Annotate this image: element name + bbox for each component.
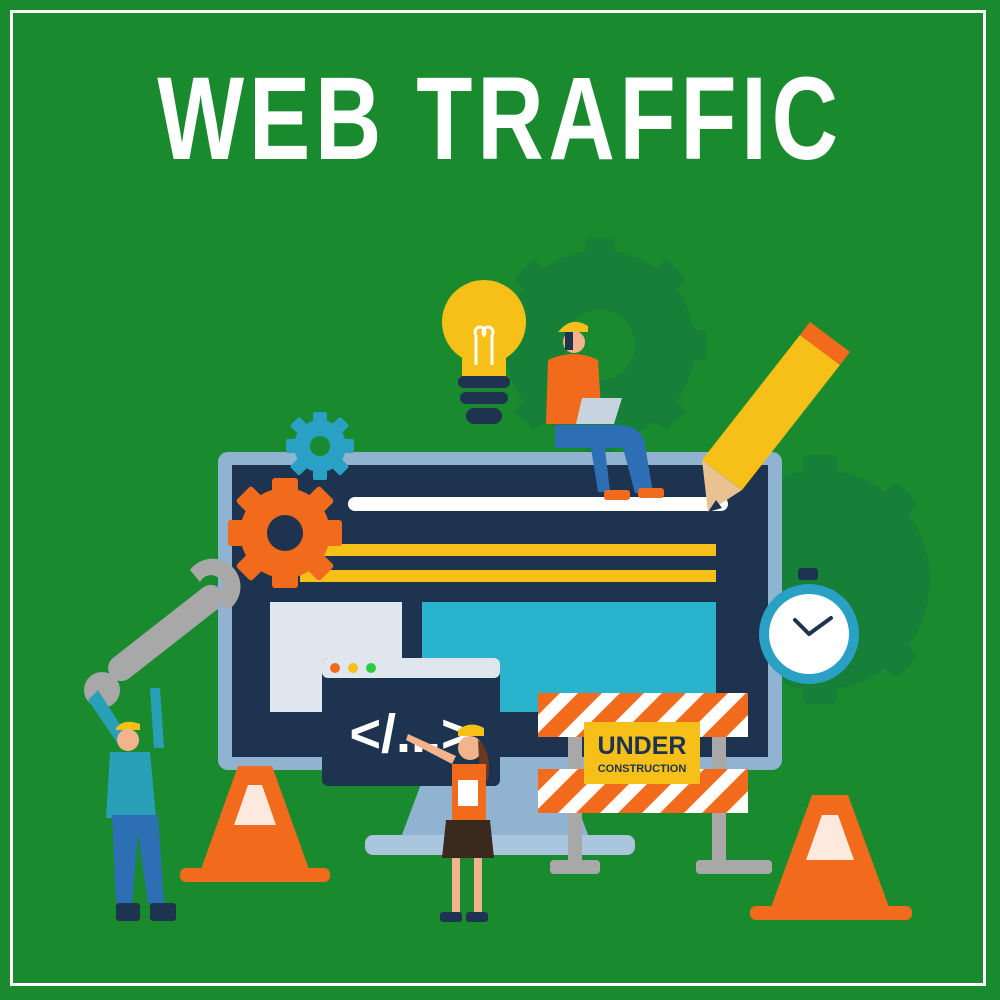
sign-line1: UNDER: [598, 732, 687, 760]
wrench-icon: [84, 558, 241, 708]
traffic-cone-icon: [180, 766, 330, 882]
content-line: [300, 570, 716, 582]
traffic-cone-icon: [750, 795, 912, 920]
gear-icon: [286, 412, 354, 480]
illustration: </...> UNDER CONSTRUCTION: [84, 238, 930, 922]
poster: WEB TRAFFIC </...> UNDER CONSTRUCTION: [0, 0, 1000, 1000]
barrier-icon: UNDER CONSTRUCTION: [538, 693, 772, 874]
code-text: </...>: [349, 704, 472, 764]
sign-line2: CONSTRUCTION: [598, 763, 687, 775]
gear-icon: [228, 478, 342, 588]
worker-with-wrench: [88, 688, 176, 921]
address-bar: [348, 497, 728, 511]
content-line: [300, 544, 716, 556]
